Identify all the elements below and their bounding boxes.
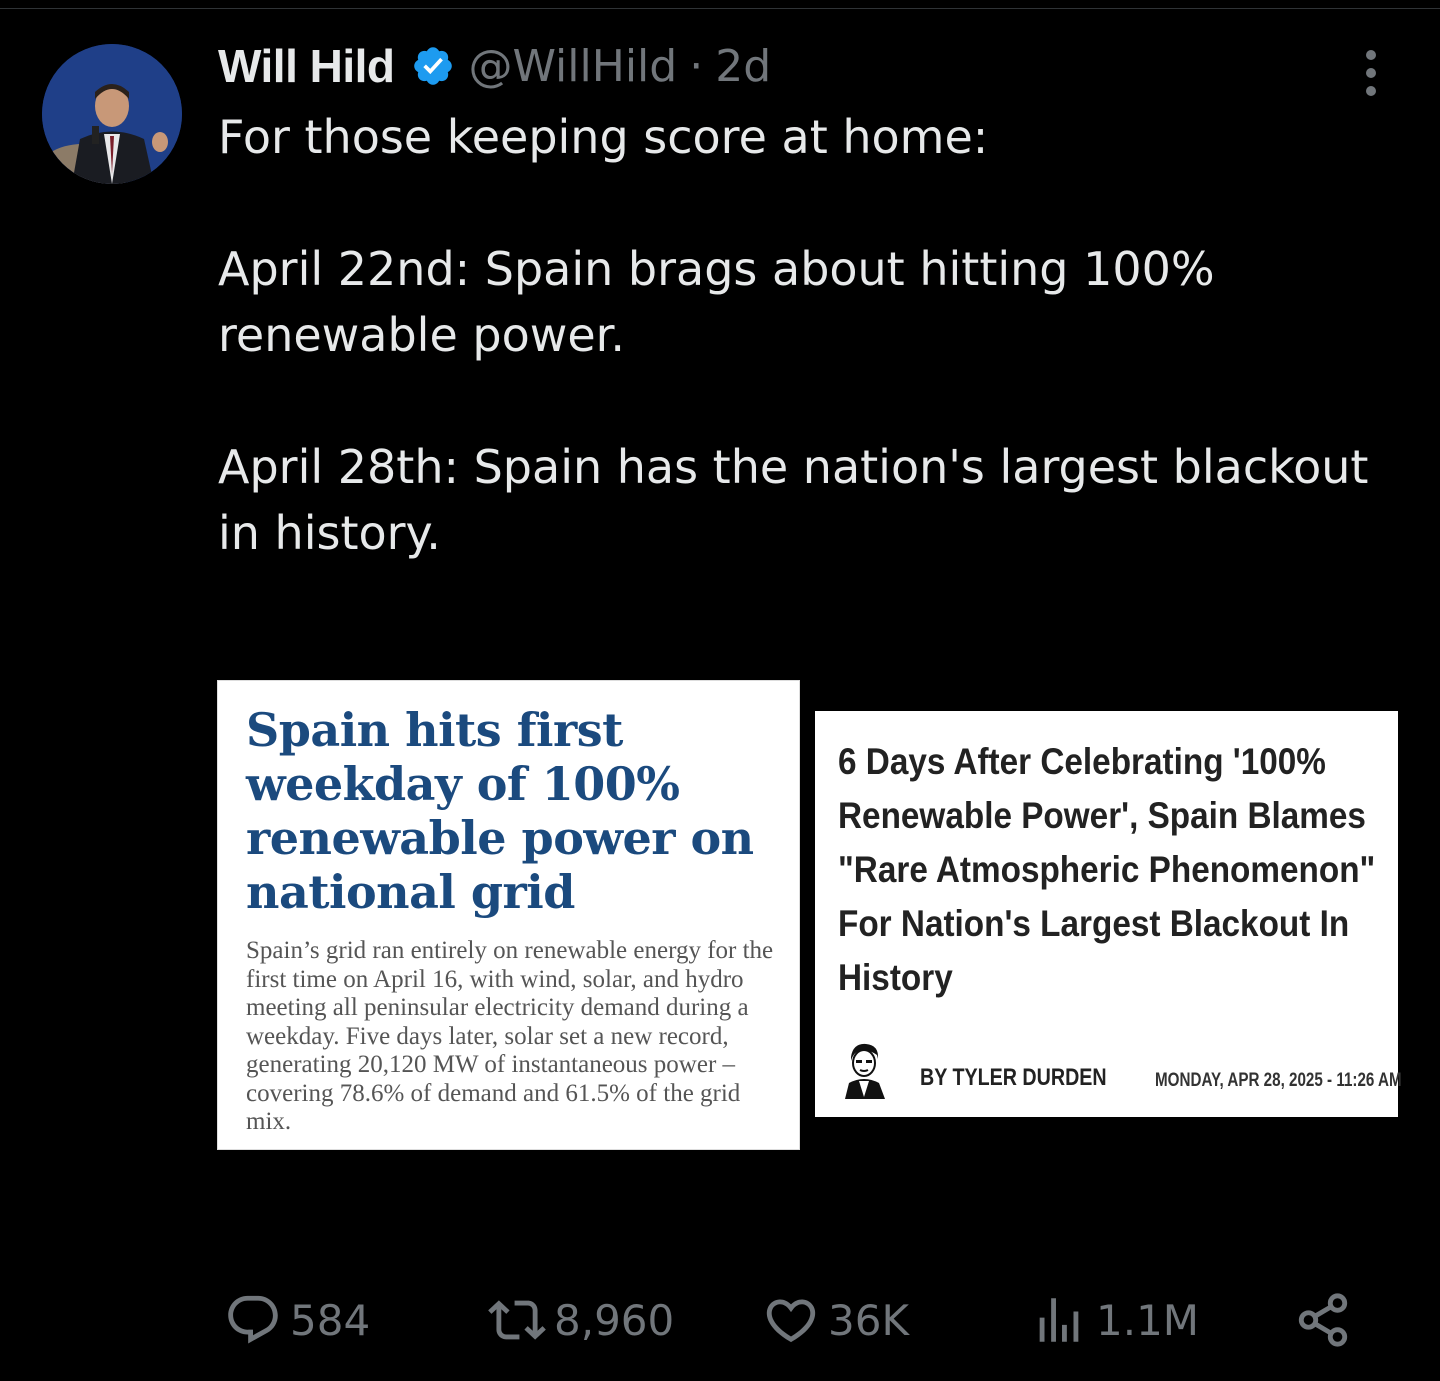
tweet-line: April 28th: Spain has the nation's large…: [218, 440, 1369, 494]
tweet-line: April 22nd: Spain brags about hitting 10…: [218, 242, 1215, 296]
tweet-actions: 584 8,960 36K 1.1M: [218, 1280, 1358, 1360]
reply-button[interactable]: 584: [224, 1280, 370, 1360]
reply-count: 584: [290, 1295, 371, 1345]
author-portrait-icon: [845, 1043, 885, 1099]
media-image-left[interactable]: Spain hits first weekday of 100% renewab…: [217, 680, 800, 1150]
tweet-text: For those keeping score at home: April 2…: [218, 104, 1398, 566]
tweet-line: For those keeping score at home:: [218, 110, 989, 164]
more-vertical-icon[interactable]: [1354, 50, 1388, 96]
left-article-headline: Spain hits first weekday of 100% renewab…: [246, 703, 754, 919]
heart-icon: [766, 1299, 816, 1343]
tweet-line: renewable power.: [218, 308, 625, 362]
dot-separator: ·: [689, 40, 704, 92]
share-button[interactable]: [1294, 1280, 1352, 1360]
author-handle[interactable]: @WillHild: [469, 41, 678, 92]
media-image-right[interactable]: 6 Days After Celebrating '100% Renewable…: [815, 711, 1402, 1117]
tweet-timestamp[interactable]: 2d: [715, 41, 771, 92]
views-button[interactable]: 1.1M: [1030, 1280, 1199, 1360]
author-name[interactable]: Will Hild: [218, 39, 395, 93]
retweet-icon: [488, 1300, 546, 1340]
right-article-dateline: MONDAY, APR 28, 2025 - 11:26 AM: [1155, 1070, 1402, 1091]
like-count: 36K: [828, 1295, 909, 1345]
retweet-count: 8,960: [554, 1295, 675, 1345]
tweet-header: Will Hild @WillHild · 2d: [218, 36, 771, 96]
views-count: 1.1M: [1096, 1295, 1200, 1345]
like-button[interactable]: 36K: [762, 1280, 909, 1360]
tweet-line: in history.: [218, 506, 441, 560]
verified-badge-icon[interactable]: [411, 44, 455, 88]
right-article-headline: 6 Days After Celebrating '100% Renewable…: [838, 741, 1376, 998]
avatar[interactable]: [42, 44, 182, 184]
right-article-byline: BY TYLER DURDEN: [920, 1064, 1107, 1091]
views-chart-icon: [1039, 1298, 1079, 1342]
retweet-button[interactable]: 8,960: [488, 1280, 674, 1360]
avatar-photo: [42, 44, 182, 184]
top-divider: [0, 8, 1440, 9]
left-article-body: Spain’s grid ran entirely on renewable e…: [246, 937, 774, 1135]
share-icon: [1298, 1293, 1348, 1347]
reply-icon: [228, 1295, 278, 1344]
